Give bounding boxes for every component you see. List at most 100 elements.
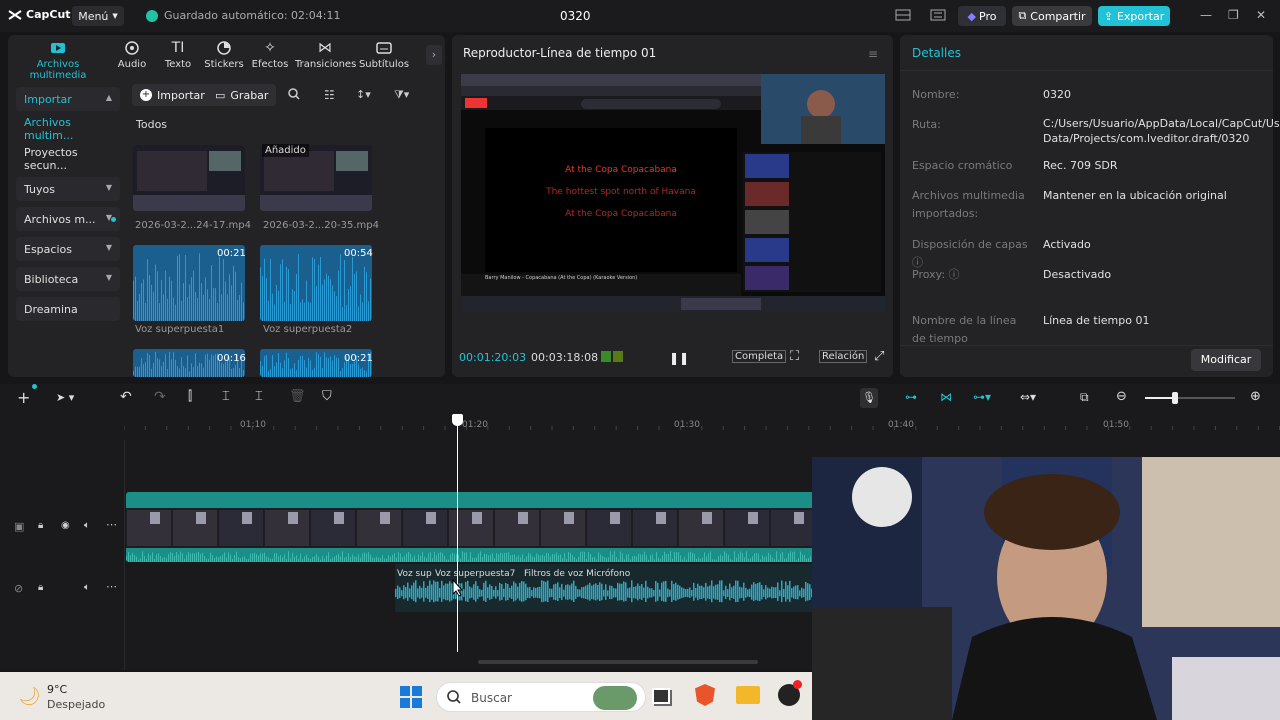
shortcuts-icon[interactable] — [930, 9, 946, 21]
main-video-clip[interactable] — [126, 492, 816, 562]
fullscreen-icon[interactable]: ⤢ — [874, 349, 884, 364]
project-title: 0320 — [560, 9, 591, 23]
link-clips-icon[interactable]: ⊶▾ — [973, 390, 991, 404]
delete-icon[interactable]: 🗑 — [289, 389, 306, 404]
more-icon[interactable]: ⋯ — [106, 580, 117, 593]
caption-icon[interactable]: ⧉ — [1080, 390, 1089, 405]
export-button[interactable]: ⇪ Exportar — [1098, 6, 1170, 26]
tab-media[interactable]: Archivos multimedia — [12, 39, 104, 81]
tab-effects[interactable]: ✧ Efectos — [245, 39, 295, 70]
tab-text[interactable]: TI Texto — [153, 39, 203, 70]
close-icon[interactable]: ✕ — [1256, 8, 1266, 22]
detail-value: 0320 — [1043, 88, 1071, 101]
trim-left-icon[interactable]: ⌶ — [222, 389, 230, 404]
chevron-right-icon[interactable]: › — [426, 45, 442, 65]
capcut-taskbar-icon[interactable] — [778, 680, 802, 706]
sidebar-item-spaces[interactable]: Espacios ▼ — [16, 237, 120, 261]
microphone-icon[interactable]: 🎙 — [860, 388, 878, 408]
layout-icon[interactable] — [895, 9, 911, 21]
added-badge: Añadido — [262, 144, 309, 157]
sidebar-item-media-files[interactable]: Archivos multim... — [16, 116, 120, 142]
file-explorer-icon[interactable] — [736, 686, 760, 704]
record-button[interactable]: ▭ Grabar — [207, 84, 277, 106]
effects-icon: ✧ — [264, 40, 276, 56]
crop-icon[interactable]: ⛶ — [790, 349, 799, 364]
sort-icon[interactable]: ↕▾ — [356, 88, 371, 101]
share-icon: ⧉ — [1018, 9, 1027, 22]
taskbar-search[interactable]: Buscar — [436, 682, 646, 712]
tab-stickers[interactable]: Stickers — [199, 39, 249, 70]
total-time: 00:03:18:08 — [531, 351, 599, 364]
trim-right-icon[interactable]: ⌶ — [255, 389, 263, 404]
split-icon[interactable]: ⫿ — [188, 389, 192, 404]
maximize-icon[interactable]: ❐ — [1228, 8, 1239, 22]
current-time: 00:01:20:03 — [459, 351, 527, 364]
redo-icon[interactable]: ↷ — [154, 389, 166, 405]
volume-icon[interactable]: 🔈︎ — [84, 520, 90, 531]
audio-track-icon[interactable]: ⊘ — [14, 582, 23, 595]
media-thumb-video-1[interactable] — [133, 145, 245, 211]
sidebar-item-library[interactable]: Biblioteca ▼ — [16, 267, 120, 291]
full-view-button[interactable]: Completa — [732, 350, 787, 363]
sidebar-item-media-m[interactable]: Archivos m... ▼ — [16, 207, 120, 231]
share-button[interactable]: ⧉ Compartir — [1012, 6, 1092, 26]
volume-icon[interactable]: 🔈︎ — [84, 582, 90, 593]
magnet-icon[interactable]: ⋈ — [940, 390, 952, 404]
detail-label: Nombre de la línea de tiempo — [912, 314, 1017, 345]
sidebar-item-secondary-projects[interactable]: Proyectos secun... — [16, 146, 120, 172]
playhead[interactable] — [457, 420, 458, 652]
zoom-in-icon[interactable]: ⊕ — [1250, 389, 1261, 404]
sidebar-item-dreamina[interactable]: Dreamina — [16, 297, 120, 321]
sidebar-item-import[interactable]: Importar ▲ — [16, 87, 120, 111]
shield-icon[interactable]: ⛉ — [322, 389, 332, 404]
detail-label: Proxy: ⓘ — [912, 268, 960, 281]
import-button[interactable]: + Importar — [132, 84, 213, 106]
minimize-icon[interactable]: — — [1200, 8, 1212, 22]
ruler-label: 01:20 — [462, 420, 488, 430]
text-icon: TI — [171, 40, 185, 56]
player-menu-icon[interactable]: ≡ — [868, 47, 878, 61]
link-main-track-icon[interactable]: ⊶ — [905, 390, 917, 404]
brave-browser-icon[interactable] — [695, 684, 715, 706]
video-preview[interactable]: At the Copa Copacabana The hottest spot … — [461, 74, 885, 312]
task-view-icon[interactable] — [652, 688, 670, 704]
lock-icon[interactable]: 🔒︎ — [38, 520, 43, 531]
detail-label: Nombre: — [912, 88, 960, 101]
detail-value: C:/Users/Usuario/AppData/Local/CapCut/Us… — [1043, 117, 1280, 145]
sidebar-item-yours[interactable]: Tuyos ▼ — [16, 177, 120, 201]
modify-button[interactable]: Modificar — [1191, 349, 1261, 371]
pro-button[interactable]: ◆ Pro — [958, 6, 1006, 26]
tab-transitions[interactable]: ⋈ Transiciones — [295, 39, 356, 70]
view-toggle-icon[interactable]: ☷ — [324, 88, 335, 102]
zoom-slider[interactable] — [1145, 392, 1235, 404]
select-tool-icon[interactable]: ➤ ▾ — [56, 391, 74, 404]
eye-icon[interactable]: ◉ — [61, 520, 70, 531]
timeline-scrollbar[interactable] — [478, 660, 758, 664]
add-track-icon[interactable]: + — [17, 388, 30, 407]
zoom-out-icon[interactable]: ⊖ — [1116, 389, 1127, 404]
clip-audio-wave — [126, 550, 816, 562]
plus-circle-icon: + — [140, 89, 152, 101]
preview-axis-icon[interactable]: ⇔▾ — [1020, 390, 1036, 404]
aspect-ratio-button[interactable]: Relación — [819, 350, 868, 363]
filter-icon[interactable]: ⧩▾ — [394, 88, 409, 102]
undo-icon[interactable]: ↶ — [120, 389, 132, 405]
playhead-handle[interactable] — [452, 414, 463, 426]
menu-button[interactable]: Menú ▼ — [72, 6, 124, 26]
search-highlight-icon — [593, 686, 637, 710]
detail-label: Espacio cromático — [912, 159, 1013, 172]
webcam-overlay — [812, 457, 1280, 720]
tab-subtitles[interactable]: Subtítulos — [356, 39, 412, 70]
export-icon: ⇪ — [1103, 9, 1113, 23]
transitions-icon: ⋈ — [318, 40, 332, 56]
more-icon[interactable]: ⋯ — [106, 518, 117, 531]
detail-label: Archivos multimedia importados: — [912, 189, 1025, 220]
pause-icon[interactable]: ❚❚ — [669, 351, 689, 365]
track-cover-icon[interactable]: ▣ — [14, 520, 24, 533]
search-icon[interactable] — [288, 88, 300, 100]
lock-icon[interactable]: 🔒︎ — [38, 582, 43, 593]
tab-audio[interactable]: Audio — [107, 39, 157, 70]
temperature: 9°C — [47, 683, 68, 696]
weather-icon[interactable]: 🌙︎ — [18, 686, 41, 707]
windows-start-icon[interactable] — [400, 686, 422, 708]
